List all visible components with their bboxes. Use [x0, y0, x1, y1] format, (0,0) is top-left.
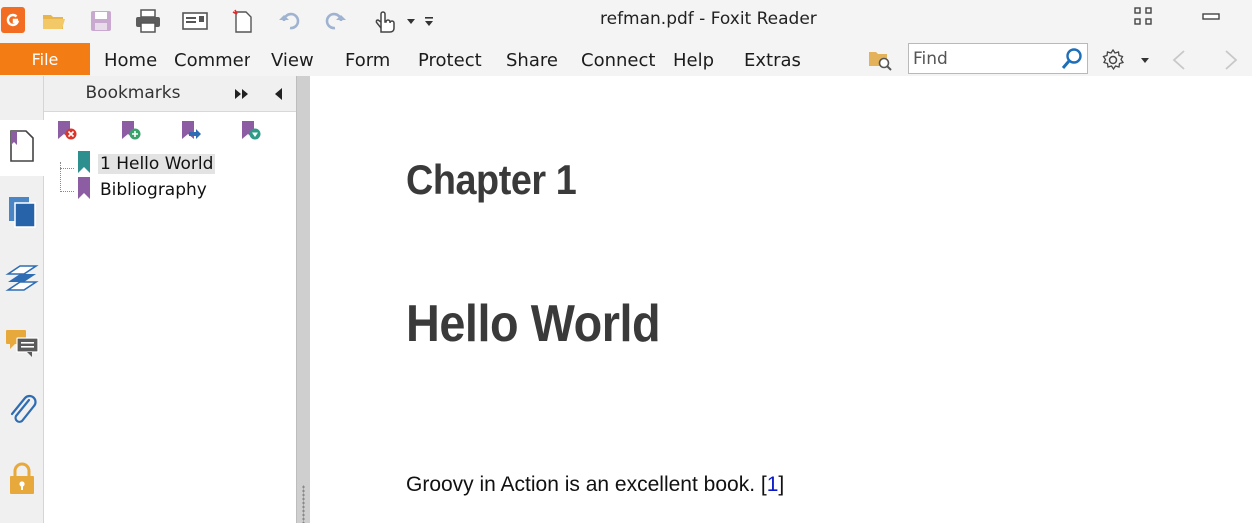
bookmarks-header: Bookmarks — [44, 76, 296, 112]
citation-close-bracket: ] — [778, 473, 785, 496]
thumbnails-icon — [7, 195, 37, 233]
open-folder-icon[interactable] — [40, 6, 68, 36]
attachments-icon — [7, 392, 37, 432]
pages-panel-icon — [8, 128, 36, 168]
customize-toolbar-icon[interactable] — [421, 6, 437, 36]
search-icon[interactable] — [1060, 47, 1084, 75]
new-document-icon[interactable] — [230, 6, 256, 36]
collapse-panel-icon[interactable] — [268, 85, 288, 103]
rail-security-button[interactable] — [0, 452, 44, 508]
undo-icon[interactable] — [276, 6, 304, 36]
hand-tool-dropdown-icon[interactable] — [404, 6, 418, 36]
save-icon[interactable] — [88, 6, 114, 36]
tab-comment[interactable]: Comment — [174, 50, 250, 71]
hand-tool-icon[interactable] — [370, 6, 398, 36]
app-logo-icon[interactable] — [1, 7, 25, 33]
body-paragraph: Groovy in Action is an excellent book. [… — [406, 473, 784, 497]
bookmark-label: 1 Hello World — [98, 154, 216, 174]
rail-layers-button[interactable] — [0, 252, 44, 308]
go-to-bookmark-icon[interactable] — [178, 118, 204, 144]
settings-dropdown-icon[interactable] — [1138, 52, 1152, 68]
bookmark-purple-icon — [76, 176, 92, 204]
tab-help[interactable]: Help — [673, 50, 714, 71]
layers-icon — [5, 260, 39, 300]
tree-connector — [60, 191, 74, 192]
rail-attachments-button[interactable] — [0, 384, 44, 440]
bookmark-item-hello-world[interactable]: 1 Hello World — [76, 150, 216, 178]
comments-icon — [4, 328, 40, 364]
file-tab[interactable]: File — [0, 43, 90, 75]
bookmark-label: Bibliography — [100, 180, 207, 200]
bookmark-teal-icon — [76, 150, 92, 178]
tree-connector — [60, 168, 74, 169]
delete-bookmark-icon[interactable] — [54, 118, 80, 144]
rail-pages-button[interactable] — [0, 120, 45, 176]
chapter-label: Chapter 1 — [406, 156, 577, 203]
bookmarks-panel: Bookmarks 1 Hello World Bibliography — [44, 76, 296, 523]
search-folder-icon[interactable] — [866, 46, 894, 74]
navigation-rail — [0, 76, 45, 523]
title-bar: refman.pdf - Foxit Reader — [0, 0, 1252, 42]
citation-link[interactable]: 1 — [767, 473, 779, 496]
find-box — [908, 43, 1088, 74]
tab-extras[interactable]: Extras — [744, 50, 801, 71]
tab-view[interactable]: View — [271, 50, 314, 71]
tree-connector — [60, 162, 61, 190]
tab-home[interactable]: Home — [104, 50, 157, 71]
previous-arrow-icon[interactable] — [1168, 47, 1190, 73]
ribbon-tab-bar: File Home Comment View Form Protect Shar… — [0, 42, 1252, 76]
tab-connect[interactable]: Connect — [581, 50, 655, 71]
minimize-icon[interactable] — [1198, 4, 1224, 28]
tab-share[interactable]: Share — [506, 50, 558, 71]
redo-icon[interactable] — [321, 6, 349, 36]
panel-splitter[interactable] — [296, 76, 310, 523]
tab-form[interactable]: Form — [345, 50, 390, 71]
email-icon[interactable] — [181, 6, 209, 36]
document-view[interactable]: Chapter 1 Hello World Groovy in Action i… — [310, 76, 1252, 523]
fullscreen-icon[interactable] — [1130, 4, 1156, 28]
add-bookmark-icon[interactable] — [118, 118, 144, 144]
next-arrow-icon[interactable] — [1220, 47, 1242, 73]
security-icon — [7, 460, 37, 500]
bookmark-options-icon[interactable] — [238, 118, 264, 144]
splitter-grip[interactable] — [302, 485, 305, 523]
rail-comments-button[interactable] — [0, 318, 44, 374]
chapter-title: Hello World — [406, 295, 661, 353]
expand-panel-icon[interactable] — [232, 85, 252, 103]
bookmarks-title: Bookmarks — [85, 83, 181, 103]
tab-protect[interactable]: Protect — [418, 50, 482, 71]
bookmark-item-bibliography[interactable]: Bibliography — [76, 176, 209, 204]
body-text: Groovy in Action is an excellent book. — [406, 473, 761, 496]
window-title: refman.pdf - Foxit Reader — [600, 9, 817, 29]
find-input[interactable] — [909, 44, 1057, 73]
rail-thumbnails-button[interactable] — [0, 186, 44, 242]
settings-gear-icon[interactable] — [1100, 47, 1126, 73]
print-icon[interactable] — [134, 6, 162, 36]
